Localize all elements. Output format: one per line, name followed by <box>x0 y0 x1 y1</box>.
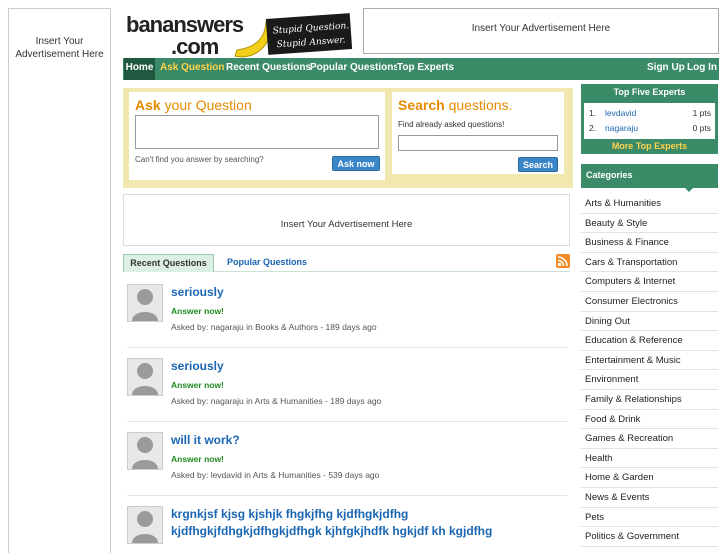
nav-home[interactable]: Home <box>124 58 155 80</box>
user-avatar-icon <box>127 358 163 396</box>
logo-wordmark-2: .com <box>171 34 219 59</box>
search-subtitle: Find already asked questions! <box>398 120 505 129</box>
nav-recent-questions[interactable]: Recent Questions <box>226 58 311 80</box>
user-avatar-icon <box>127 284 163 322</box>
question-tabs: Recent Questions Popular Questions <box>123 254 570 272</box>
category-item[interactable]: Home & Garden <box>581 468 718 488</box>
category-item[interactable]: Health <box>581 449 718 469</box>
category-item[interactable]: Games & Recreation <box>581 429 718 449</box>
expert-rank: 1. <box>589 108 597 118</box>
more-top-experts-link[interactable]: More Top Experts <box>581 141 718 151</box>
category-item[interactable]: Environment <box>581 370 718 390</box>
category-item[interactable]: News & Events <box>581 488 718 508</box>
answer-now-link[interactable]: Answer now! <box>171 306 224 316</box>
expert-row: 2. nagaraju 0 pts <box>589 121 711 135</box>
question-category-link[interactable]: Arts & Humanities <box>255 396 323 406</box>
search-button[interactable]: Search <box>518 157 558 172</box>
main-nav: Home Ask Question Recent Questions Popul… <box>123 58 719 80</box>
category-item[interactable]: Business & Finance <box>581 233 718 253</box>
question-meta: Asked by: levdavid in Arts & Humanities … <box>171 470 380 480</box>
category-item[interactable]: Politics & Government <box>581 527 718 547</box>
question-user-link[interactable]: nagaraju <box>211 396 244 406</box>
category-item[interactable]: Food & Drink <box>581 410 718 430</box>
nav-popular-questions[interactable]: Popular Questions <box>310 58 399 80</box>
category-item[interactable]: Arts & Humanities <box>581 194 718 214</box>
ask-now-button[interactable]: Ask now <box>332 156 380 171</box>
tab-recent-questions[interactable]: Recent Questions <box>123 254 214 272</box>
category-item[interactable]: Dining Out <box>581 312 718 332</box>
ask-question-box: Ask your Question Can't find you answer … <box>129 92 385 180</box>
left-ad-line1: Insert Your <box>35 36 84 47</box>
question-item: seriously Answer now! Asked by: nagaraju… <box>127 284 567 344</box>
search-input[interactable] <box>398 135 558 151</box>
search-questions-box: Search questions. Find already asked que… <box>392 92 564 174</box>
rss-feed-icon[interactable] <box>556 254 570 268</box>
question-textarea[interactable] <box>135 115 379 149</box>
tab-popular-questions[interactable]: Popular Questions <box>227 254 307 272</box>
expert-points: 1 pts <box>692 108 711 118</box>
expert-row: 1. levdavid 1 pts <box>589 106 711 120</box>
divider <box>127 421 567 422</box>
answer-now-link[interactable]: Answer now! <box>171 380 224 390</box>
nav-sign-up[interactable]: Sign Up <box>647 58 685 80</box>
expert-user-link[interactable]: levdavid <box>605 106 636 120</box>
ask-hint: Can't find you answer by searching? <box>135 155 264 164</box>
user-avatar-icon <box>127 432 163 470</box>
category-item[interactable]: Education & Reference <box>581 331 718 351</box>
divider <box>127 495 567 496</box>
top-experts-box: Top Five Experts 1. levdavid 1 pts 2. na… <box>581 84 718 154</box>
left-ad-line2: Advertisement Here <box>15 49 104 60</box>
categories-list: Arts & Humanities Beauty & Style Busines… <box>581 194 718 547</box>
ask-search-panel: Ask your Question Can't find you answer … <box>123 88 573 188</box>
nav-top-experts[interactable]: Top Experts <box>397 58 534 80</box>
nav-log-in[interactable]: Log In <box>687 58 717 80</box>
category-item[interactable]: Pets <box>581 508 718 528</box>
middle-advertisement: Insert Your Advertisement Here <box>123 194 570 246</box>
expert-points: 0 pts <box>692 123 711 133</box>
search-heading: Search questions. <box>398 97 513 113</box>
category-item[interactable]: Family & Relationships <box>581 390 718 410</box>
nav-ask-question[interactable]: Ask Question <box>160 58 224 80</box>
question-user-link[interactable]: levdavid <box>211 470 242 480</box>
question-meta: Asked by: nagaraju in Books & Authors - … <box>171 322 377 332</box>
question-category-link[interactable]: Books & Authors <box>255 322 318 332</box>
categories-header: Categories <box>581 164 718 192</box>
question-item: krgnkjsf kjsg kjshjk fhgkjfhg kjdfhgkjdf… <box>127 506 567 546</box>
category-item[interactable]: Computers & Internet <box>581 272 718 292</box>
question-category-link[interactable]: Arts & Humanities <box>253 470 321 480</box>
banana-logo-icon: bananswers .com Stupid Question. Stupid … <box>126 12 353 59</box>
ask-heading: Ask your Question <box>135 97 252 113</box>
top-experts-list: 1. levdavid 1 pts 2. nagaraju 0 pts <box>584 103 715 139</box>
divider <box>127 347 567 348</box>
expert-rank: 2. <box>589 123 597 133</box>
question-title[interactable]: will it work? <box>171 432 551 449</box>
question-item: seriously Answer now! Asked by: nagaraju… <box>127 358 567 418</box>
top-advertisement: Insert Your Advertisement Here <box>363 8 719 54</box>
question-title[interactable]: seriously <box>171 284 551 301</box>
question-title[interactable]: seriously <box>171 358 551 375</box>
left-advertisement: Insert Your Advertisement Here <box>8 8 111 553</box>
top-experts-header: Top Five Experts <box>613 87 686 97</box>
question-user-link[interactable]: nagaraju <box>211 322 244 332</box>
question-title[interactable]: krgnkjsf kjsg kjshjk fhgkjfhg kjdfhgkjdf… <box>171 506 551 540</box>
question-meta: Asked by: nagaraju in Arts & Humanities … <box>171 396 382 406</box>
question-item: will it work? Answer now! Asked by: levd… <box>127 432 567 492</box>
caret-down-icon <box>683 186 695 192</box>
category-item[interactable]: Beauty & Style <box>581 214 718 234</box>
category-item[interactable]: Entertainment & Music <box>581 351 718 371</box>
user-avatar-icon <box>127 506 163 544</box>
answer-now-link[interactable]: Answer now! <box>171 454 224 464</box>
expert-user-link[interactable]: nagaraju <box>605 121 638 135</box>
category-item[interactable]: Consumer Electronics <box>581 292 718 312</box>
category-item[interactable]: Cars & Transportation <box>581 253 718 273</box>
site-logo[interactable]: bananswers .com Stupid Question. Stupid … <box>123 12 355 60</box>
